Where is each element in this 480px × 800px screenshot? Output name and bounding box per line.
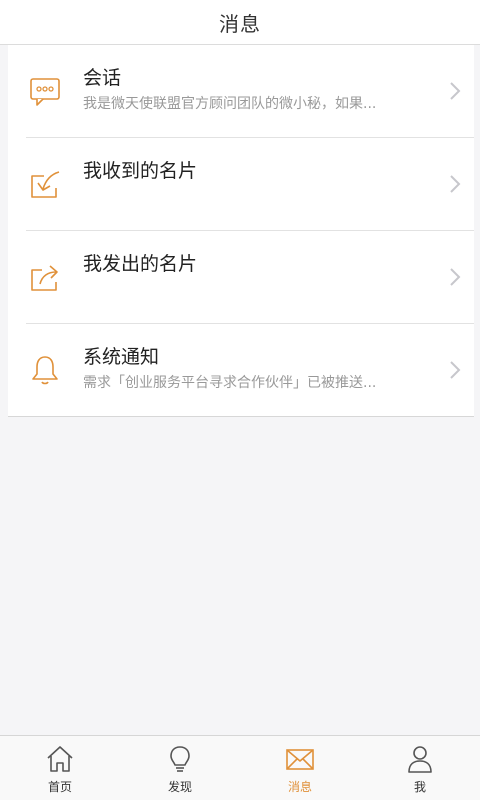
item-title: 我收到的名片 bbox=[83, 160, 198, 182]
user-icon bbox=[408, 746, 432, 773]
messages-screen: 消息 会话 我是微天使联盟官方顾问团队的微小秘，如果... 我收到的名片 我发出… bbox=[0, 0, 480, 800]
list-item-sent-cards[interactable]: 我发出的名片 bbox=[26, 231, 474, 324]
tab-label: 发现 bbox=[167, 780, 192, 794]
tab-label: 首页 bbox=[47, 780, 72, 794]
message-list: 会话 我是微天使联盟官方顾问团队的微小秘，如果... 我收到的名片 我发出的名片… bbox=[8, 45, 474, 417]
tab-label: 我 bbox=[413, 780, 426, 794]
chat-bubble-icon bbox=[30, 78, 60, 106]
lightbulb-icon bbox=[170, 746, 190, 772]
tab-label: 消息 bbox=[287, 780, 312, 794]
tab-me[interactable]: 我 bbox=[360, 736, 480, 800]
page-title: 消息 bbox=[219, 11, 261, 36]
tab-home[interactable]: 首页 bbox=[0, 736, 120, 800]
item-title: 系统通知 bbox=[83, 346, 160, 368]
item-title: 会话 bbox=[83, 67, 122, 89]
list-item-received-cards[interactable]: 我收到的名片 bbox=[26, 138, 474, 231]
list-item-conversation[interactable]: 会话 我是微天使联盟官方顾问团队的微小秘，如果... bbox=[26, 45, 474, 138]
chevron-right-icon bbox=[450, 175, 461, 193]
chevron-right-icon bbox=[450, 361, 461, 379]
card-sent-icon bbox=[31, 265, 58, 291]
chevron-right-icon bbox=[450, 82, 461, 100]
nav-bar: 消息 bbox=[0, 0, 480, 45]
item-subtitle: 我是微天使联盟官方顾问团队的微小秘，如果... bbox=[83, 96, 377, 112]
list-item-system-notice[interactable]: 系统通知 需求「创业服务平台寻求合作伙伴」已被推送... bbox=[26, 324, 474, 416]
item-title: 我发出的名片 bbox=[83, 253, 198, 275]
tab-bar: 首页 发现 消息 我 bbox=[0, 735, 480, 800]
item-subtitle: 需求「创业服务平台寻求合作伙伴」已被推送... bbox=[83, 375, 377, 391]
card-received-icon bbox=[31, 171, 60, 198]
tab-discover[interactable]: 发现 bbox=[120, 736, 240, 800]
tab-messages[interactable]: 消息 bbox=[240, 736, 360, 800]
home-icon bbox=[47, 746, 73, 772]
bell-icon bbox=[32, 356, 58, 385]
chevron-right-icon bbox=[450, 268, 461, 286]
envelope-icon bbox=[286, 749, 314, 770]
